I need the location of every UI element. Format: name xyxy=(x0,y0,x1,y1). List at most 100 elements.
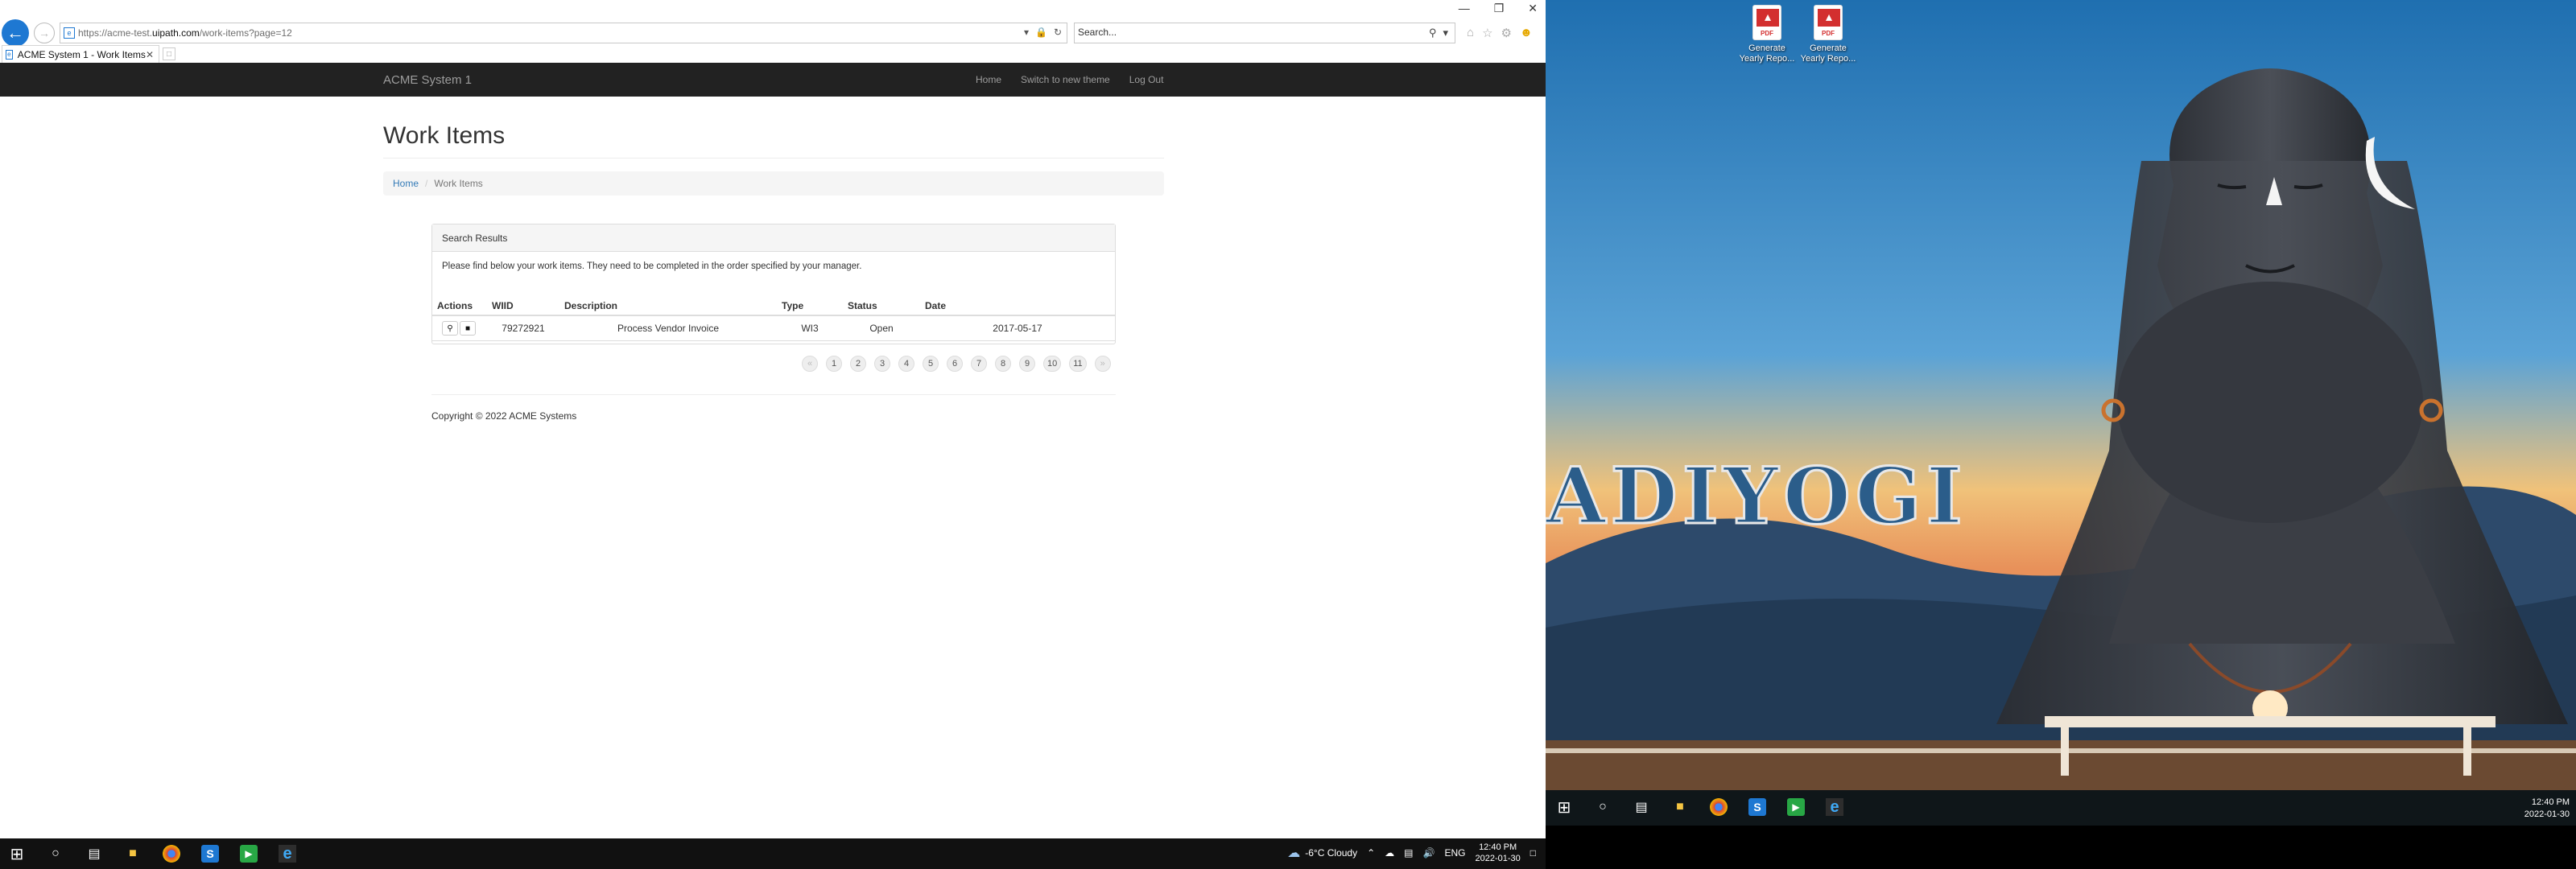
settings-gear-icon[interactable]: ⚙ xyxy=(1501,26,1512,40)
page-button[interactable]: 10 xyxy=(1043,356,1062,372)
restore-icon[interactable]: ❐ xyxy=(1494,2,1505,15)
close-icon[interactable]: ✕ xyxy=(1528,2,1538,15)
cortana-search-icon[interactable]: ○ xyxy=(1594,798,1612,816)
taskbar-secondary-icons: ⊞ ○ ▤ ■ S ▶ e xyxy=(1555,798,1843,817)
clock-time: 12:40 PM xyxy=(2531,797,2570,807)
panel-heading: Search Results xyxy=(432,224,1115,252)
dropdown-icon[interactable]: ▾ xyxy=(1024,27,1029,38)
internet-explorer-icon[interactable]: e xyxy=(1826,798,1843,816)
uipath-studio-icon[interactable]: S xyxy=(201,845,219,863)
cortana-search-icon[interactable]: ○ xyxy=(47,845,64,863)
uipath-studio-icon[interactable]: S xyxy=(1748,798,1766,816)
clock-date: 2022-01-30 xyxy=(1475,854,1521,863)
file-explorer-icon[interactable]: ■ xyxy=(124,845,142,863)
network-icon[interactable]: ▤ xyxy=(1404,847,1413,859)
chrome-icon[interactable] xyxy=(163,845,180,863)
weather-widget[interactable]: ☁ -6°C Cloudy xyxy=(1287,845,1357,861)
page-prev-button[interactable]: « xyxy=(802,356,818,372)
pdf-badge: PDF xyxy=(1761,30,1773,37)
page-next-button[interactable]: » xyxy=(1094,356,1111,372)
language-indicator[interactable]: ENG xyxy=(1444,847,1465,859)
panel-body-text: Please find below your work items. They … xyxy=(442,262,862,271)
taskbar-icons: ⊞ ○ ▤ ■ S ▶ e xyxy=(8,845,296,863)
chevron-down-icon[interactable]: ▾ xyxy=(1443,27,1448,39)
window-controls: — ❐ ✕ xyxy=(1459,2,1538,15)
tab-favicon-icon: e xyxy=(6,49,13,60)
chevron-up-icon[interactable]: ⌃ xyxy=(1367,847,1375,859)
windows-start-icon[interactable]: ⊞ xyxy=(8,845,26,863)
minimize-icon[interactable]: — xyxy=(1459,2,1470,15)
row-actions: ⚲ ■ xyxy=(432,315,487,341)
desktop-icon-pdf-2[interactable]: ▴ PDF Generate Yearly Repo... xyxy=(1800,5,1856,64)
page-button[interactable]: 6 xyxy=(947,356,963,372)
search-icon[interactable]: ⚲ xyxy=(1429,27,1437,39)
browser-address-bar: ← → e https://acme-test.uipath.com/work-… xyxy=(0,18,1546,47)
volume-icon[interactable]: 🔊 xyxy=(1423,847,1435,859)
page-button[interactable]: 8 xyxy=(995,356,1011,372)
internet-explorer-icon[interactable]: e xyxy=(279,845,296,863)
favorites-star-icon[interactable]: ☆ xyxy=(1482,26,1492,40)
page-button[interactable]: 4 xyxy=(898,356,914,372)
divider xyxy=(383,158,1164,159)
new-tab-button[interactable]: □ xyxy=(163,47,175,60)
page-button[interactable]: 5 xyxy=(923,356,939,372)
task-view-icon[interactable]: ▤ xyxy=(1633,798,1650,816)
site-navbar: ACME System 1 Home Switch to new theme L… xyxy=(0,63,1546,97)
nav-logout-link[interactable]: Log Out xyxy=(1129,74,1164,85)
view-search-icon[interactable]: ⚲ xyxy=(442,321,458,336)
page-button[interactable]: 9 xyxy=(1019,356,1035,372)
col-header-actions: Actions xyxy=(432,297,487,316)
cell-wiid: 79272921 xyxy=(487,315,559,341)
col-header-date: Date xyxy=(920,297,1115,316)
system-tray: ☁ -6°C Cloudy ⌃ ☁ ▤ 🔊 ENG 12:40 PM 2022-… xyxy=(1287,842,1536,864)
search-action-icons: ⚲ ▾ xyxy=(1429,27,1448,39)
page-button[interactable]: 11 xyxy=(1069,356,1087,372)
search-input[interactable] xyxy=(1078,27,1400,38)
page-button[interactable]: 2 xyxy=(850,356,866,372)
page-button[interactable]: 1 xyxy=(826,356,842,372)
pdf-badge: PDF xyxy=(1822,30,1835,37)
breadcrumb-home-link[interactable]: Home xyxy=(393,178,419,189)
desktop-icon-pdf-1[interactable]: ▴ PDF Generate Yearly Repo... xyxy=(1739,5,1795,64)
lock-icon[interactable]: 🔒 xyxy=(1035,27,1047,38)
col-header-type: Type xyxy=(777,297,843,316)
taskbar-secondary: ⊞ ○ ▤ ■ S ▶ e 12:40 PM 2022-01-30 xyxy=(1546,790,2576,826)
chrome-icon[interactable] xyxy=(1710,798,1728,816)
cell-type: WI3 xyxy=(777,315,843,341)
nav-switch-theme-link[interactable]: Switch to new theme xyxy=(1021,74,1110,85)
notifications-icon[interactable]: □ xyxy=(1530,847,1536,859)
breadcrumb-current: Work Items xyxy=(434,178,483,189)
pagination: « 1 2 3 4 5 6 7 8 9 10 11 » xyxy=(802,356,1111,372)
taskbar-secondary-clock[interactable]: 12:40 PM 2022-01-30 xyxy=(2524,797,2570,821)
uipath-assistant-icon[interactable]: ▶ xyxy=(1787,798,1805,816)
nav-home-link[interactable]: Home xyxy=(976,74,1001,85)
file-explorer-icon[interactable]: ■ xyxy=(1671,798,1689,816)
table-row: ⚲ ■ 79272921 Process Vendor Invoice WI3 O… xyxy=(432,315,1115,341)
browser-tab[interactable]: e ACME System 1 - Work Items ✕ xyxy=(2,45,159,63)
taskbar: ⊞ ○ ▤ ■ S ▶ e ☁ -6°C Cloudy ⌃ ☁ ▤ 🔊 ENG … xyxy=(0,838,1546,869)
feedback-smiley-icon[interactable]: ☻ xyxy=(1520,26,1533,40)
col-header-description: Description xyxy=(559,297,777,316)
delete-trash-icon[interactable]: ■ xyxy=(460,321,476,336)
url-input[interactable]: e https://acme-test.uipath.com/work-item… xyxy=(60,23,1067,43)
brand-link[interactable]: ACME System 1 xyxy=(383,73,472,87)
task-view-icon[interactable]: ▤ xyxy=(85,845,103,863)
page-button[interactable]: 3 xyxy=(874,356,890,372)
back-arrow-icon[interactable]: ← xyxy=(2,19,29,47)
onedrive-icon[interactable]: ☁ xyxy=(1385,847,1394,859)
cell-status: Open xyxy=(843,315,920,341)
site-favicon-icon: e xyxy=(64,27,75,39)
refresh-icon[interactable]: ↻ xyxy=(1054,27,1062,38)
windows-start-icon[interactable]: ⊞ xyxy=(1555,798,1573,817)
cell-description: Process Vendor Invoice xyxy=(559,315,777,341)
tab-close-icon[interactable]: ✕ xyxy=(146,49,154,60)
page-button[interactable]: 7 xyxy=(971,356,987,372)
home-icon[interactable]: ⌂ xyxy=(1467,26,1474,40)
taskbar-clock[interactable]: 12:40 PM 2022-01-30 xyxy=(1475,842,1520,864)
wallpaper-title-text: ADIYOGI xyxy=(1546,451,1967,542)
browser-toolbar: ⌂ ☆ ⚙ ☻ xyxy=(1467,26,1533,40)
uipath-assistant-icon[interactable]: ▶ xyxy=(240,845,258,863)
forward-arrow-icon[interactable]: → xyxy=(34,23,55,43)
clock-date: 2022-01-30 xyxy=(2524,809,2570,819)
adiyogi-wallpaper-image: ADIYOGI xyxy=(1546,0,2576,790)
